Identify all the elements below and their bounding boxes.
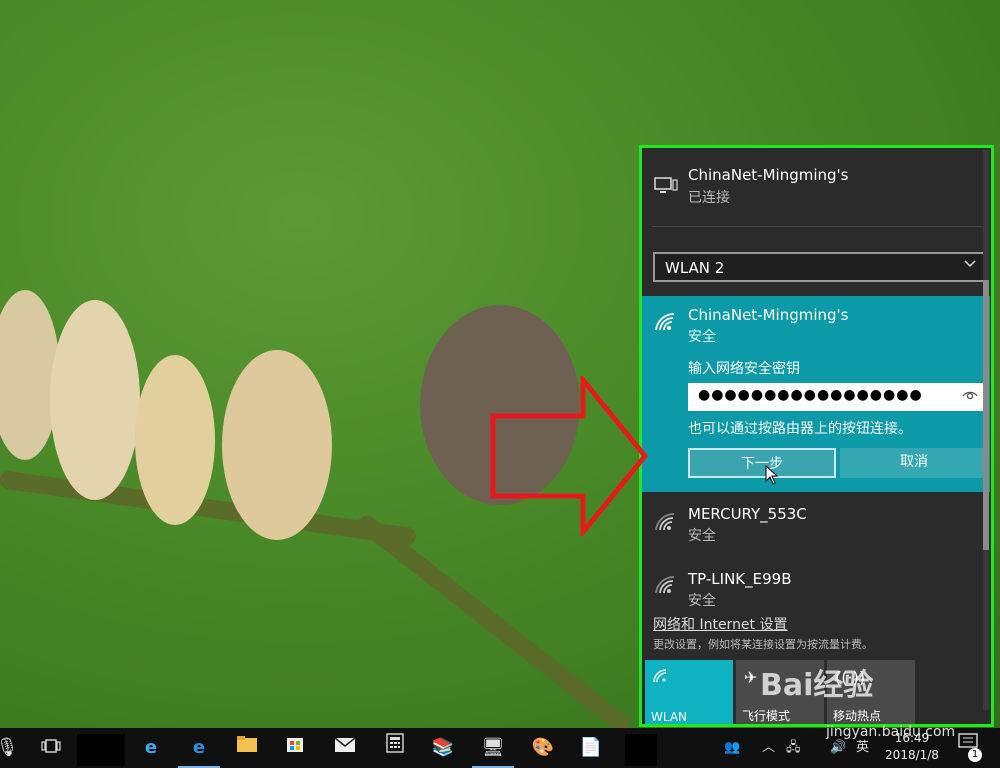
calculator-icon[interactable] [374, 728, 416, 768]
network-settings-description: 更改设置，例如将某连接设置为按流量计费。 [653, 638, 873, 651]
network-security: 安全 [688, 593, 716, 609]
airplane-mode-tile-label: 飞行模式 [742, 709, 791, 723]
edge-icon[interactable]: e [178, 728, 220, 768]
cancel-button[interactable]: 取消 [840, 448, 988, 478]
taskbar-app-redacted[interactable] [625, 734, 657, 766]
wlan-tile[interactable]: WLAN [645, 660, 733, 724]
network-item[interactable]: TP-LINK_E99B 安全 [642, 563, 982, 613]
bird [222, 350, 332, 540]
connected-network[interactable]: ChinaNet-Mingming's 已连接 [642, 148, 982, 208]
branch [354, 511, 634, 728]
show-hidden-icons-chevron[interactable]: ︿ [762, 728, 775, 768]
wps-hint: 也可以通过按路由器上的按钮连接。 [688, 421, 912, 437]
bird [135, 355, 215, 525]
document-app-icon[interactable]: 📄 [570, 728, 612, 768]
notification-count-badge: 1 [968, 748, 982, 762]
flyout-scrollbar[interactable] [983, 150, 989, 710]
wifi-secure-icon [654, 312, 678, 337]
store-icon[interactable] [274, 728, 316, 768]
network-flyout: ChinaNet-Mingming's 已连接 WLAN 2 ChinaNet-… [639, 145, 994, 727]
network-app-icon[interactable]: 🖥 [472, 728, 514, 768]
bird [50, 300, 140, 500]
network-name: MERCURY_553C [688, 505, 807, 523]
reveal-password-icon[interactable] [962, 388, 978, 404]
network-security: 安全 [688, 528, 716, 544]
adapter-select[interactable]: WLAN 2 [653, 252, 987, 282]
separator [652, 226, 988, 227]
wifi-icon [653, 668, 669, 687]
baidu-watermark-logo: Bai经验 [760, 668, 874, 703]
scrollbar-thumb[interactable] [983, 280, 989, 550]
books-app-icon[interactable]: 📚 [422, 728, 464, 768]
internet-explorer-icon[interactable]: e [130, 728, 172, 768]
mail-icon[interactable] [324, 728, 366, 768]
file-explorer-icon[interactable] [226, 728, 268, 768]
network-name: TP-LINK_E99B [688, 570, 792, 588]
bird [420, 305, 580, 505]
clock-date: 2018/1/8 [885, 748, 939, 762]
ethernet-monitor-icon [654, 176, 678, 201]
network-security: 安全 [688, 329, 716, 345]
network-settings-link[interactable]: 网络和 Internet 设置 [653, 614, 788, 634]
people-icon[interactable]: 👥 [724, 728, 740, 768]
wifi-secure-icon [654, 512, 678, 537]
adapter-select-value: WLAN 2 [665, 259, 725, 277]
network-name: ChinaNet-Mingming's [688, 306, 849, 324]
mobile-hotspot-tile-label: 移动热点 [833, 709, 882, 723]
password-prompt: 输入网络安全密钥 [688, 361, 800, 377]
wlan-tile-label: WLAN [651, 710, 688, 724]
password-dots: ●●●●●●●●●●●●●●●●● [698, 387, 923, 403]
mouse-cursor-icon [765, 465, 779, 485]
network-item[interactable]: MERCURY_553C 安全 [642, 498, 982, 558]
baidu-watermark-url: jingyan.baidu.com [826, 724, 956, 740]
paint-app-icon[interactable]: 🎨 [522, 728, 564, 768]
next-button[interactable]: 下一步 [688, 448, 836, 478]
password-input[interactable]: ●●●●●●●●●●●●●●●●● [688, 383, 984, 411]
connected-network-status: 已连接 [688, 190, 730, 206]
network-tray-icon[interactable]: 🖧 [786, 728, 801, 768]
connected-network-name: ChinaNet-Mingming's [688, 166, 849, 184]
wifi-secure-icon [654, 575, 678, 600]
expanded-network: ChinaNet-Mingming's 安全 输入网络安全密钥 ●●●●●●●●… [642, 296, 990, 492]
task-view-icon[interactable] [30, 728, 72, 768]
airplane-icon: ✈ [744, 668, 758, 687]
microphone-icon[interactable]: 🎙 [0, 728, 28, 768]
taskbar-app-redacted[interactable] [77, 734, 125, 766]
chevron-down-icon [963, 257, 977, 275]
